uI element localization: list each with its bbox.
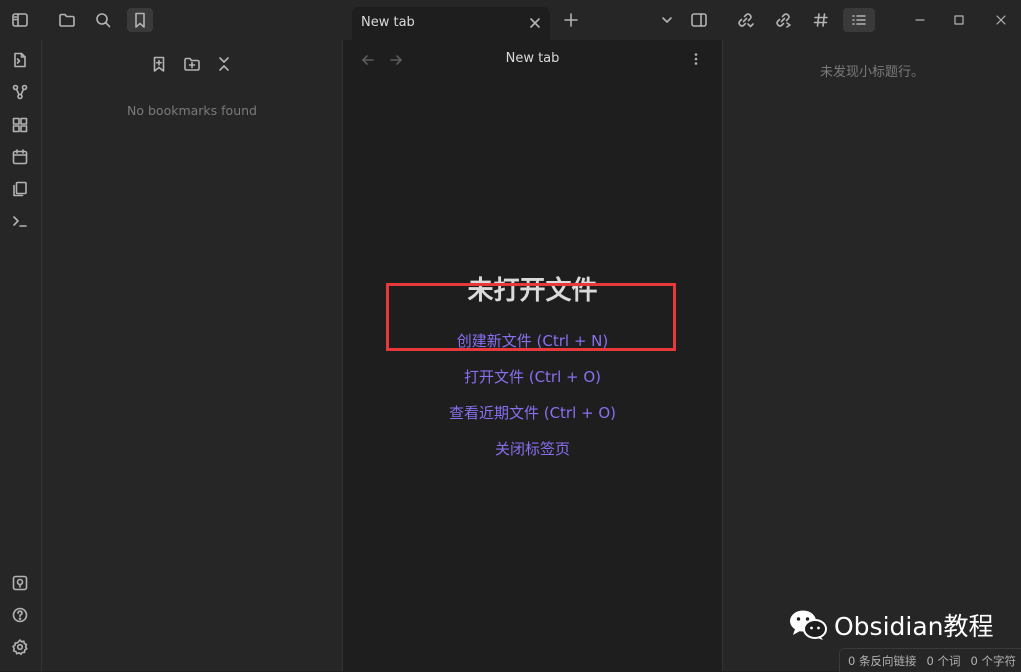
more-options-icon[interactable]	[686, 49, 706, 69]
wechat-logo-icon	[790, 610, 827, 640]
toggle-right-sidebar-icon[interactable]	[686, 8, 712, 32]
new-bookmark-group-icon[interactable]	[180, 52, 204, 76]
tab-list-dropdown-icon[interactable]	[654, 8, 680, 32]
title-bar: New tab	[0, 0, 1021, 40]
open-quick-switcher-icon[interactable]	[8, 48, 32, 72]
vault-switcher-icon[interactable]	[8, 571, 32, 595]
outline-icon[interactable]	[843, 8, 875, 32]
templates-icon[interactable]	[8, 177, 32, 201]
close-tab-icon[interactable]	[526, 14, 544, 32]
outgoing-links-icon[interactable]	[770, 8, 796, 32]
tab-title: New tab	[361, 15, 415, 30]
watermark: Obsidian教程	[788, 607, 994, 643]
recent-files-link[interactable]: 查看近期文件 (Ctrl + O)	[343, 402, 722, 423]
add-bookmark-icon[interactable]	[147, 52, 171, 76]
settings-icon[interactable]	[8, 635, 32, 659]
word-count: 0 个词	[926, 653, 961, 668]
watermark-text: Obsidian教程	[834, 612, 994, 641]
graph-view-icon[interactable]	[8, 80, 32, 104]
file-explorer-icon[interactable]	[54, 8, 80, 32]
search-icon[interactable]	[90, 8, 116, 32]
tags-icon[interactable]	[808, 8, 834, 32]
tab-new-tab[interactable]: New tab	[352, 7, 550, 40]
collapse-all-icon[interactable]	[212, 52, 236, 76]
close-tab-link[interactable]: 关闭标签页	[343, 438, 722, 459]
help-icon[interactable]	[8, 603, 32, 627]
canvas-icon[interactable]	[8, 113, 32, 137]
left-sidebar-bookmarks: No bookmarks found	[42, 40, 343, 671]
open-file-link[interactable]: 打开文件 (Ctrl + O)	[343, 366, 722, 387]
right-sidebar-outline: 未发现小标题行。	[723, 40, 1021, 671]
toggle-left-sidebar-icon[interactable]	[7, 8, 33, 32]
command-palette-icon[interactable]	[8, 209, 32, 233]
new-tab-icon[interactable]	[558, 8, 584, 32]
bookmarks-icon[interactable]	[127, 8, 153, 32]
view-header-title: New tab	[505, 51, 560, 66]
highlight-annotation-box	[386, 283, 676, 351]
minimize-window-icon[interactable]	[907, 8, 933, 32]
daily-note-icon[interactable]	[8, 145, 32, 169]
backlinks-icon[interactable]	[732, 8, 758, 32]
status-bar: 0 条反向链接 0 个词 0 个字符	[839, 648, 1021, 672]
ribbon	[0, 40, 42, 671]
character-count: 0 个字符	[970, 653, 1016, 668]
empty-bookmarks-message: No bookmarks found	[127, 103, 257, 118]
close-window-icon[interactable]	[988, 8, 1014, 32]
maximize-window-icon[interactable]	[946, 8, 972, 32]
main-editor-pane: New tab 未打开文件 创建新文件 (Ctrl + N) 打开文件 (Ctr…	[343, 40, 723, 671]
empty-outline-message: 未发现小标题行。	[819, 65, 924, 80]
backlinks-count[interactable]: 0 条反向链接	[848, 653, 916, 669]
